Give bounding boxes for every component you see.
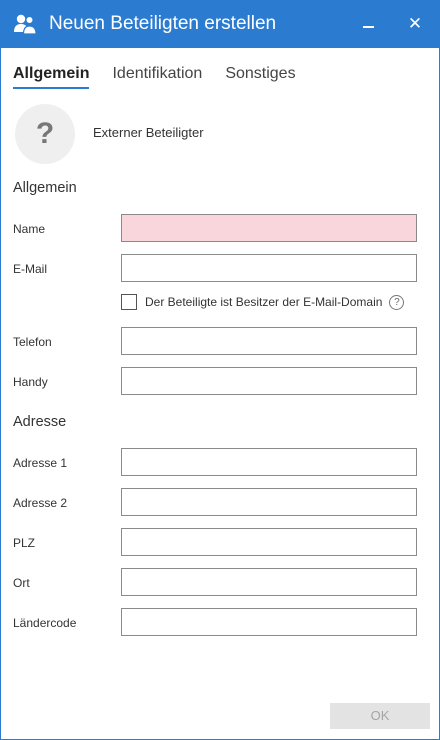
domain-owner-label[interactable]: Der Beteiligte ist Besitzer der E-Mail-D… (145, 295, 382, 309)
address2-input[interactable] (121, 488, 417, 516)
dialog-window: Neuen Beteiligten erstellen ✕ Allgemein … (0, 0, 440, 740)
mobile-input[interactable] (121, 367, 417, 395)
participant-type-label: Externer Beteiligter (93, 125, 204, 140)
tab-identifikation[interactable]: Identifikation (112, 63, 202, 91)
email-label: E-Mail (13, 262, 48, 276)
city-input[interactable] (121, 568, 417, 596)
tab-sonstiges[interactable]: Sonstiges (225, 63, 295, 91)
minimize-button[interactable] (357, 13, 381, 37)
email-input[interactable] (121, 254, 417, 282)
zip-input[interactable] (121, 528, 417, 556)
country-code-input[interactable] (121, 608, 417, 636)
address1-input[interactable] (121, 448, 417, 476)
name-label: Name (13, 222, 46, 236)
people-group-icon (14, 14, 37, 35)
tab-allgemein[interactable]: Allgemein (13, 63, 90, 91)
avatar-placeholder[interactable]: ? (15, 104, 75, 164)
address2-label: Adresse 2 (13, 496, 68, 510)
ok-button[interactable]: OK (330, 703, 430, 729)
phone-input[interactable] (121, 327, 417, 355)
title-bar[interactable]: Neuen Beteiligten erstellen ✕ (1, 1, 439, 48)
zip-label: PLZ (13, 536, 36, 550)
name-input[interactable] (121, 214, 417, 242)
section-heading-address: Adresse (13, 414, 67, 430)
phone-label: Telefon (13, 335, 52, 349)
close-button[interactable]: ✕ (403, 11, 427, 37)
domain-owner-checkbox[interactable] (121, 294, 137, 310)
domain-owner-row: Der Beteiligte ist Besitzer der E-Mail-D… (121, 293, 405, 311)
section-heading-general: Allgemein (13, 180, 77, 196)
city-label: Ort (13, 576, 30, 590)
window-title: Neuen Beteiligten erstellen (49, 13, 277, 34)
tab-bar: Allgemein Identifikation Sonstiges (13, 63, 319, 91)
mobile-label: Handy (13, 375, 48, 389)
country-code-label: Ländercode (13, 616, 77, 630)
address1-label: Adresse 1 (13, 456, 68, 470)
help-icon[interactable]: ? (389, 294, 405, 310)
